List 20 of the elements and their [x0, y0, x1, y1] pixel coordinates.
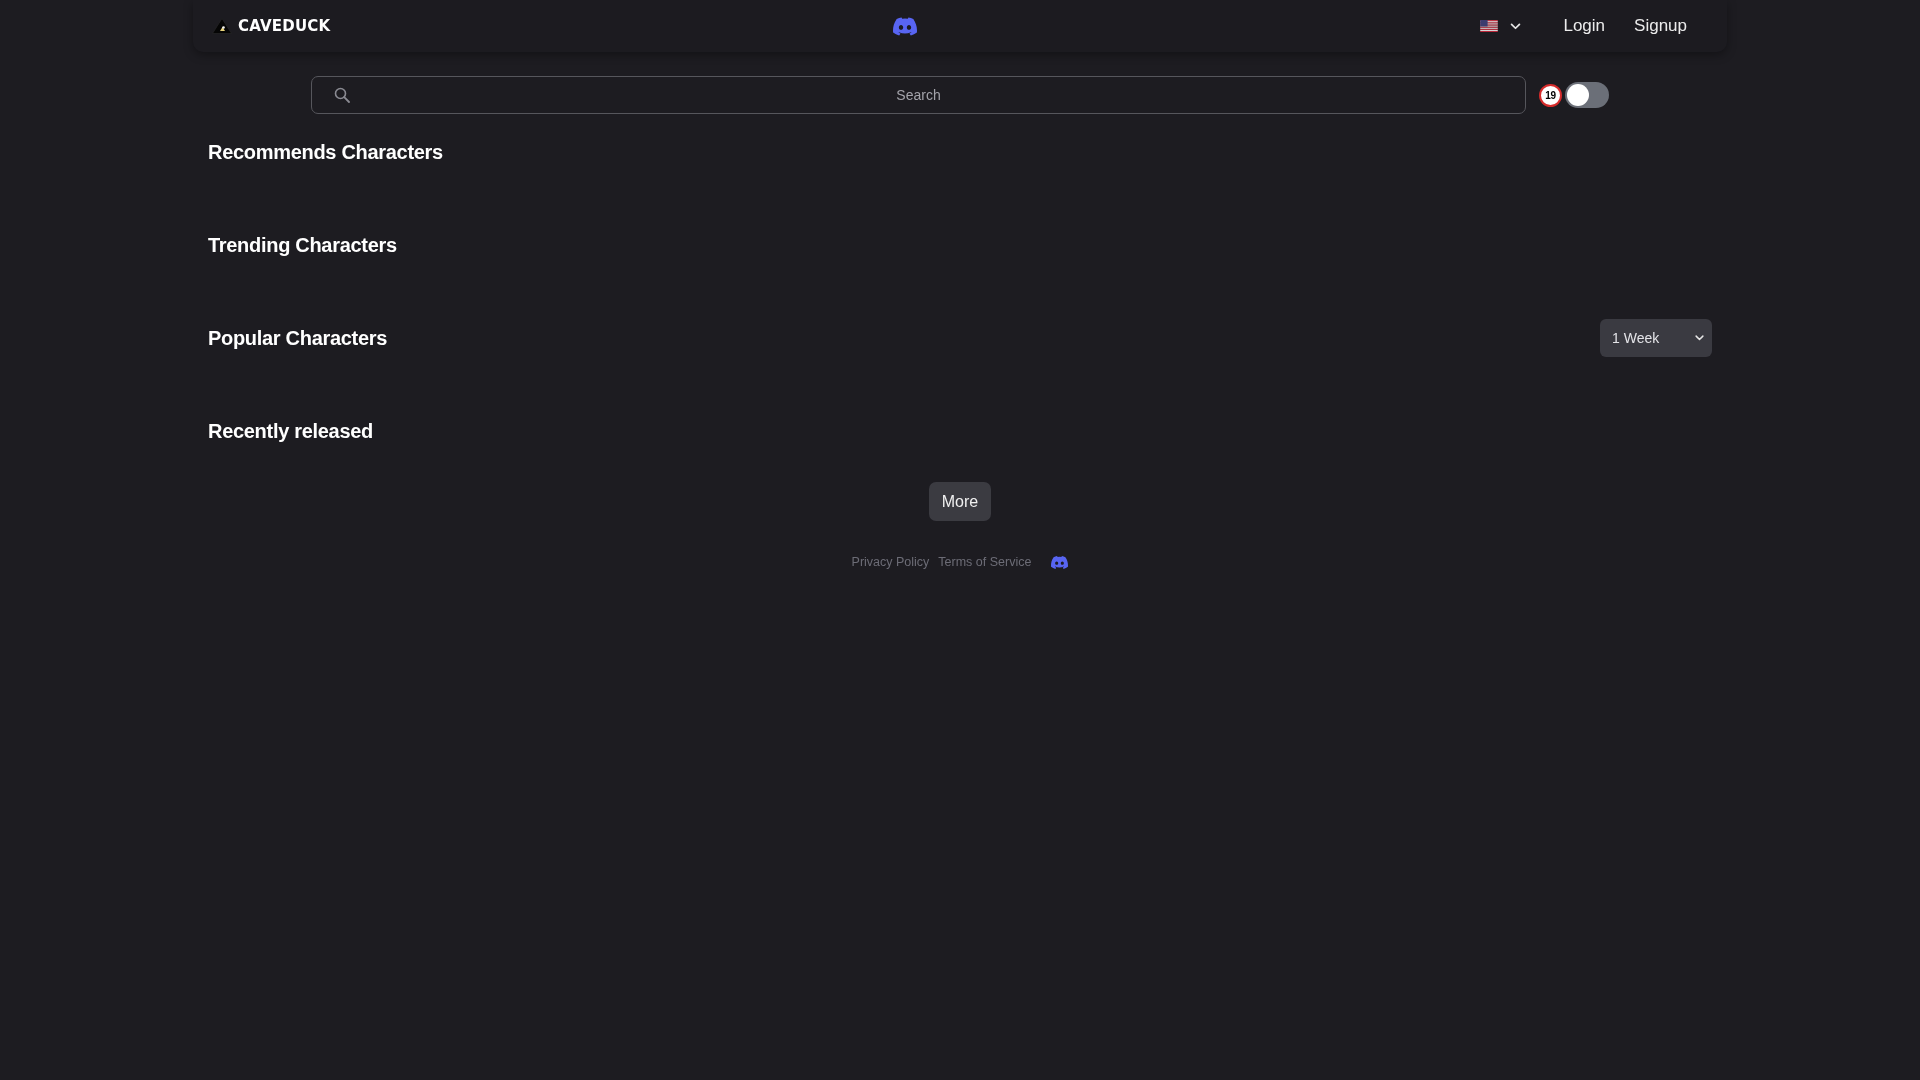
search-icon [334, 87, 350, 103]
flag-icon [1480, 20, 1499, 32]
chevron-down-icon [1510, 22, 1522, 30]
search-field[interactable]: Search [311, 76, 1526, 114]
discord-icon[interactable] [893, 16, 918, 36]
home-logo-link[interactable]: CAVEDUCK [212, 17, 331, 35]
section-title: Recommends Characters [208, 140, 443, 164]
toggle-switch[interactable] [1565, 82, 1609, 108]
nav-link[interactable]: Login [1551, 12, 1618, 40]
chevron-down-icon [1695, 335, 1704, 341]
section-title: Popular Characters [208, 326, 388, 350]
language-select[interactable] [1480, 20, 1522, 32]
age-rating-badge: 19 [1539, 83, 1562, 107]
section-title: Trending Characters [208, 233, 397, 257]
discord-icon[interactable] [1051, 555, 1069, 569]
triangle-logo-icon [212, 18, 232, 34]
period-select[interactable]: 1 Week [1600, 319, 1712, 357]
nav-link[interactable]: Signup [1622, 12, 1699, 40]
more-button[interactable]: More [928, 482, 992, 521]
section-title: Recently released [208, 419, 373, 443]
